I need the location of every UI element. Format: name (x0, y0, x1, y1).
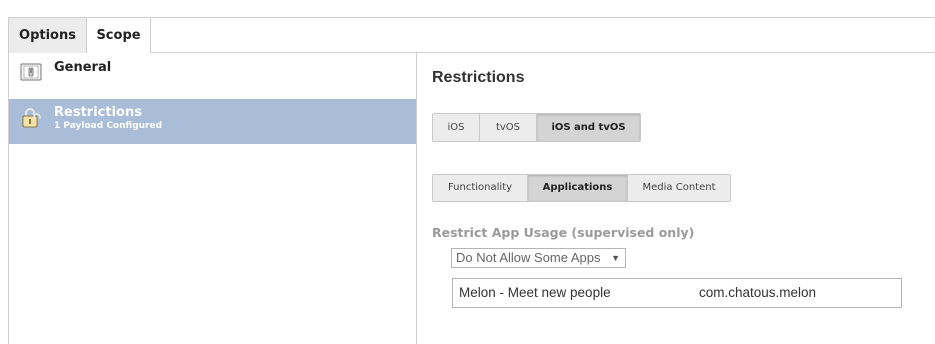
switch-icon (20, 62, 42, 82)
app-bundle-id: com.chatous.melon (699, 285, 817, 300)
payload-item-general[interactable]: General (9, 53, 416, 97)
platform-tab-ios-and-tvos[interactable]: iOS and tvOS (537, 114, 640, 141)
padlock-icon (20, 107, 42, 128)
platform-tab-ios[interactable]: iOS (433, 114, 480, 141)
payload-title-general: General (54, 60, 112, 75)
subtab-applications[interactable]: Applications (528, 175, 628, 201)
section-title: Restrictions (432, 69, 525, 86)
payload-title-restrictions: Restrictions (54, 105, 142, 120)
subtab-media-content[interactable]: Media Content (628, 175, 730, 201)
restrict-app-usage-select[interactable]: Do Not Allow Some Apps ▼ (451, 248, 626, 268)
dropdown-arrow-icon: ▼ (611, 253, 620, 263)
top-tab-bar: Options Scope (8, 17, 935, 53)
subtab-functionality[interactable]: Functionality (433, 175, 528, 201)
restriction-subtabs: Functionality Applications Media Content (432, 174, 731, 202)
platform-tab-tvos[interactable]: tvOS (480, 114, 537, 141)
table-row[interactable]: Melon - Meet new people com.chatous.melo… (453, 279, 901, 307)
tab-scope[interactable]: Scope (87, 18, 151, 53)
restrict-app-usage-label: Restrict App Usage (supervised only) (432, 225, 695, 240)
payload-list: General Restrictions 1 Payload Configure… (8, 53, 417, 344)
select-value: Do Not Allow Some Apps (456, 250, 601, 265)
tab-options[interactable]: Options (9, 18, 87, 53)
app-list: Melon - Meet new people com.chatous.melo… (452, 278, 902, 308)
app-name: Melon - Meet new people (459, 285, 611, 300)
payload-status: 1 Payload Configured (54, 121, 163, 131)
platform-segmented-control: iOS tvOS iOS and tvOS (432, 113, 641, 142)
payload-item-restrictions[interactable]: Restrictions 1 Payload Configured (9, 99, 416, 144)
